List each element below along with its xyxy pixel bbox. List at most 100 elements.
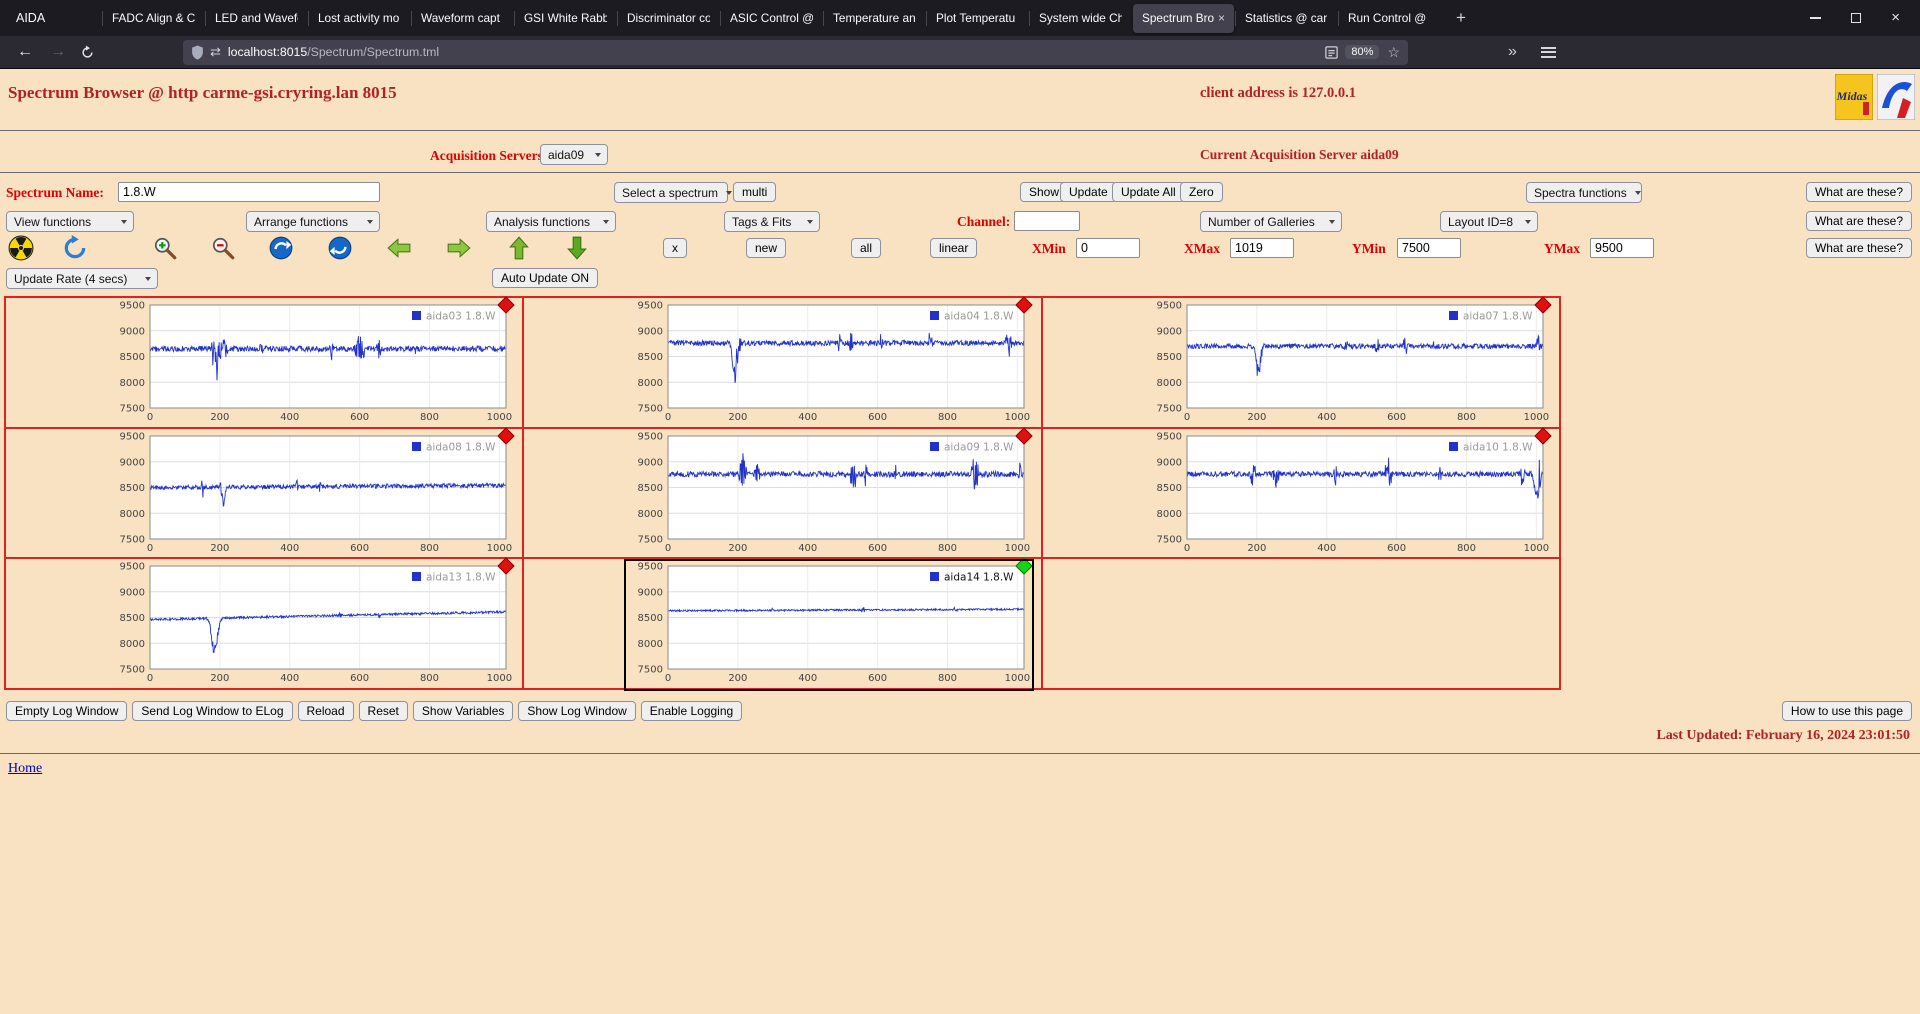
zero-button[interactable]: Zero <box>1180 182 1223 202</box>
arrow-down-icon[interactable] <box>564 235 590 261</box>
chart-canvas: 7500 8000 8500 9000 9500 0 200 400 600 800 1000 aid… <box>638 426 1034 554</box>
update-all-button[interactable]: Update All <box>1112 182 1185 202</box>
legend-label: aida13 1.8.W <box>426 572 496 584</box>
spectrum-name-input[interactable] <box>118 182 380 202</box>
arrow-right-icon[interactable] <box>446 235 472 261</box>
reload-button[interactable]: Reload <box>297 701 354 721</box>
auto-update-button[interactable]: Auto Update ON <box>492 268 599 288</box>
first-tab[interactable]: AIDA <box>16 11 102 25</box>
browser-tab[interactable]: Statistics @ car <box>1235 4 1337 33</box>
how-to-use-button[interactable]: How to use this page <box>1781 701 1912 721</box>
reload-icon <box>82 45 93 58</box>
chevron-down-icon <box>121 219 127 224</box>
arrange-functions-dropdown[interactable]: Arrange functions <box>246 211 380 232</box>
svg-text:8000: 8000 <box>638 378 663 389</box>
forward-button[interactable]: → <box>50 43 66 61</box>
window-close-button[interactable]: × <box>1891 10 1900 25</box>
xmin-input[interactable] <box>1076 238 1140 258</box>
spectrum-chart-aida07[interactable]: 7500 8000 8500 9000 9500 0 200 400 600 800 1000 aid… <box>1147 296 1552 426</box>
bookmark-star-icon[interactable]: ☆ <box>1387 44 1400 61</box>
number-of-galleries-dropdown[interactable]: Number of Galleries <box>1200 211 1342 232</box>
browser-tab[interactable]: Plot Temperatu <box>926 4 1028 33</box>
svg-text:9000: 9000 <box>638 457 663 468</box>
spectrum-chart-aida10[interactable]: 7500 8000 8500 9000 9500 0 200 400 600 800 1000 aid… <box>1147 426 1552 557</box>
x-button[interactable]: x <box>663 238 687 258</box>
current-server-label: Current Acquisition Server aida09 <box>1200 147 1399 162</box>
svg-text:0: 0 <box>147 412 153 423</box>
svg-text:800: 800 <box>1457 543 1476 554</box>
legend-label: aida10 1.8.W <box>1463 441 1533 453</box>
tags-fits-dropdown[interactable]: Tags & Fits <box>724 211 820 232</box>
spectrum-chart-aida14[interactable]: 7500 8000 8500 9000 9500 0 200 400 600 800 1000 aid… <box>624 557 1035 692</box>
number-of-galleries-value: Number of Galleries <box>1208 214 1315 229</box>
spectra-functions-dropdown[interactable]: Spectra functions <box>1526 182 1642 203</box>
browser-tab[interactable]: Spectrum Bro × <box>1133 3 1234 33</box>
ymax-input[interactable] <box>1590 238 1654 258</box>
arrow-up-icon[interactable] <box>506 235 532 261</box>
browser-tab[interactable]: System wide Ch <box>1029 4 1131 33</box>
maximize-button[interactable] <box>1851 13 1862 23</box>
url-bar[interactable]: ⇄ localhost:8015 /Spectrum/Spectrum.tml … <box>183 39 1408 65</box>
arrow-left-icon[interactable] <box>386 235 412 261</box>
zoom-in-icon[interactable] <box>152 235 178 261</box>
xmax-input[interactable] <box>1230 238 1294 258</box>
all-button[interactable]: all <box>851 238 882 258</box>
spectrum-chart-aida09[interactable]: 7500 8000 8500 9000 9500 0 200 400 600 800 1000 aid… <box>628 426 1034 557</box>
empty-log-window-button[interactable]: Empty Log Window <box>6 701 128 721</box>
reload-button[interactable] <box>80 45 95 60</box>
zoom-out-icon[interactable] <box>210 235 236 261</box>
minimize-button[interactable] <box>1810 17 1822 19</box>
enable-logging-button[interactable]: Enable Logging <box>640 701 743 721</box>
ymin-input[interactable] <box>1397 238 1461 258</box>
browser-tab[interactable]: Temperature an <box>823 4 925 33</box>
shield-icon[interactable] <box>191 45 204 60</box>
spectrum-chart-aida08[interactable]: 7500 8000 8500 9000 9500 0 200 400 600 800 1000 aid… <box>110 426 515 557</box>
select-spectrum-dropdown[interactable]: Select a spectrum <box>614 182 733 203</box>
spectrum-chart-aida03[interactable]: 7500 8000 8500 9000 9500 0 200 400 600 800 1000 aid… <box>110 296 515 426</box>
analysis-functions-dropdown[interactable]: Analysis functions <box>486 211 616 232</box>
gallery-next-icon[interactable] <box>327 235 353 261</box>
update-button[interactable]: Update <box>1060 182 1117 202</box>
what-are-these-button[interactable]: What are these? <box>1805 211 1912 231</box>
layout-id-dropdown[interactable]: Layout ID=8 <box>1440 211 1538 232</box>
radiation-icon[interactable] <box>8 235 34 261</box>
home-link[interactable]: Home <box>8 761 42 777</box>
gallery-previous-icon[interactable] <box>268 235 294 261</box>
show-variables-button[interactable]: Show Variables <box>412 701 514 721</box>
overflow-menu-button[interactable]: » <box>1508 43 1517 61</box>
svg-text:7500: 7500 <box>638 404 663 415</box>
spectrum-chart-aida13[interactable]: 7500 8000 8500 9000 9500 0 200 400 600 800 1000 aid… <box>110 557 515 687</box>
svg-text:1000: 1000 <box>1005 673 1030 684</box>
browser-tab[interactable]: Waveform capt <box>411 4 513 33</box>
spectrum-chart-aida04[interactable]: 7500 8000 8500 9000 9500 0 200 400 600 800 1000 aid… <box>628 296 1034 426</box>
what-are-these-button[interactable]: What are these? <box>1805 238 1912 258</box>
linear-button[interactable]: linear <box>930 238 978 258</box>
view-functions-dropdown[interactable]: View functions <box>6 211 134 232</box>
acquisition-server-select[interactable]: aida09 <box>540 144 608 165</box>
update-rate-dropdown[interactable]: Update Rate (4 secs) <box>6 268 158 289</box>
log-button-row: Empty Log Window Send Log Window to ELog R… <box>6 701 743 721</box>
zoom-indicator[interactable]: 80% <box>1345 45 1380 59</box>
multi-button[interactable]: multi <box>733 182 777 202</box>
gallery-cell: 7500 8000 8500 9000 9500 0 200 400 600 800 1000 aid… <box>1041 296 1560 428</box>
browser-tab[interactable]: FADC Align & C <box>102 4 204 33</box>
browser-tab[interactable]: Lost activity mo <box>308 4 410 33</box>
what-are-these-button[interactable]: What are these? <box>1805 182 1912 202</box>
browser-tab[interactable]: GSI White Rabb <box>514 4 616 33</box>
tab-close-icon[interactable]: × <box>1218 11 1225 25</box>
browser-tab[interactable]: LED and Wavefo <box>205 4 307 33</box>
browser-tab[interactable]: Discriminator co <box>617 4 719 33</box>
send-log-window-to-elog-button[interactable]: Send Log Window to ELog <box>132 701 293 721</box>
reset-button[interactable]: Reset <box>358 701 408 721</box>
browser-tab[interactable]: ASIC Control @ <box>720 4 822 33</box>
channel-input[interactable] <box>1014 211 1080 231</box>
menu-icon[interactable] <box>1540 46 1556 58</box>
refresh-icon[interactable] <box>62 235 88 261</box>
show-log-window-button[interactable]: Show Log Window <box>518 701 636 721</box>
back-button[interactable]: ← <box>17 43 33 61</box>
browser-tab[interactable]: Run Control @ <box>1338 4 1440 33</box>
new-button[interactable]: new <box>746 238 787 258</box>
reader-mode-icon[interactable] <box>1324 45 1339 60</box>
connection-icon[interactable]: ⇄ <box>210 44 221 60</box>
new-tab-button[interactable]: + <box>1449 8 1473 28</box>
